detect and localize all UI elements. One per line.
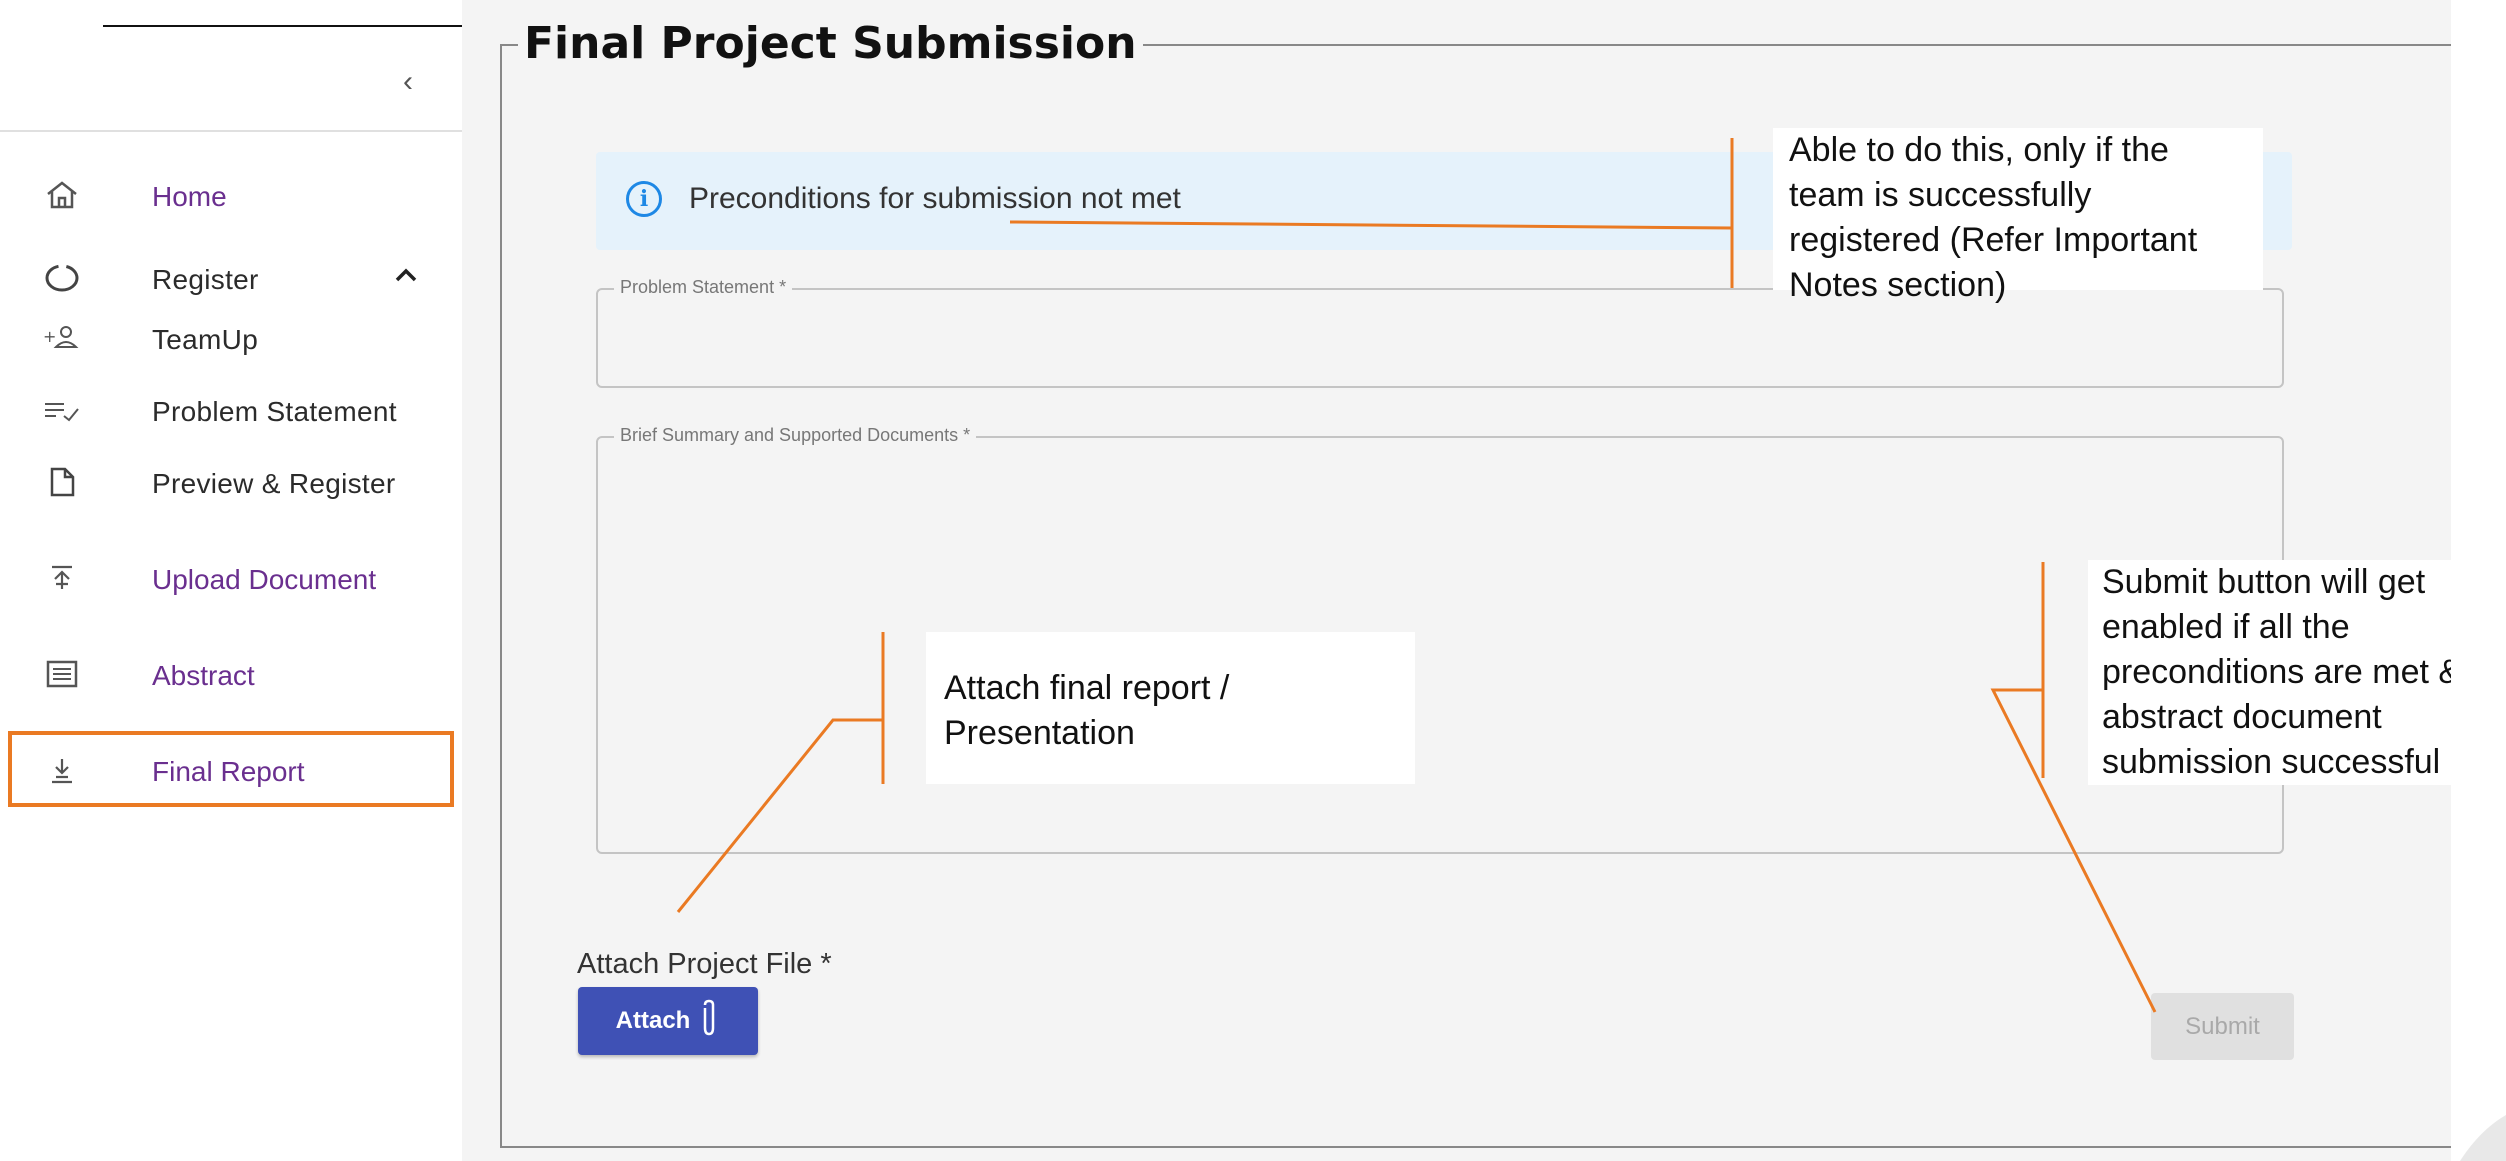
submit-button[interactable]: Submit <box>2151 993 2294 1060</box>
submit-note: Submit button will get enabled if all th… <box>2088 560 2451 785</box>
sidebar-item-label: Preview & Register <box>152 468 396 499</box>
note-line: abstract document <box>2102 698 2382 736</box>
sidebar-item-label: Upload Document <box>152 564 377 595</box>
problem-statement-label: Problem Statement * <box>614 277 793 298</box>
note-line: registered (Refer Important <box>1789 221 2198 259</box>
note-line: Submit button will get <box>2102 563 2426 601</box>
top-divider <box>103 25 463 27</box>
sidebar-item-label: Abstract <box>152 660 255 691</box>
note-line: Presentation <box>944 714 1135 752</box>
sidebar-item-problem-statement[interactable]: Problem Statement <box>0 385 462 435</box>
sidebar-item-teamup[interactable]: + TeamUp <box>0 313 462 363</box>
precondition-note: Able to do this, only if the team is suc… <box>1773 128 2263 304</box>
article-icon <box>40 654 84 694</box>
chevron-up-icon[interactable] <box>392 261 420 297</box>
sidebar: ‹ Home Register + TeamUp Problem Stateme… <box>0 0 463 1161</box>
add-person-icon: + <box>40 318 84 358</box>
note-line: Attach final report / <box>944 669 1230 707</box>
alert-text: Preconditions for submission not met <box>689 182 1181 215</box>
sidebar-item-label: TeamUp <box>152 324 259 355</box>
sidebar-item-upload-document[interactable]: Upload Document <box>0 553 462 603</box>
sidebar-item-abstract[interactable]: Abstract <box>0 649 462 699</box>
right-margin <box>2451 0 2506 1161</box>
summary-field[interactable] <box>596 436 2284 854</box>
summary-label: Brief Summary and Supported Documents * <box>614 425 977 446</box>
paperclip-icon <box>698 998 720 1045</box>
sidebar-item-label: Register <box>152 264 259 295</box>
upload-icon <box>40 558 84 598</box>
attach-button[interactable]: Attach <box>578 987 758 1055</box>
list-check-icon <box>40 390 84 430</box>
svg-text:+: + <box>43 327 56 346</box>
sidebar-divider <box>0 130 462 132</box>
sidebar-item-preview-register[interactable]: Preview & Register <box>0 457 462 507</box>
note-line: preconditions are met & <box>2102 653 2451 691</box>
chevron-left-icon[interactable]: ‹ <box>388 62 428 102</box>
note-line: team is successfully <box>1789 176 2092 214</box>
document-icon <box>40 462 84 502</box>
home-icon <box>40 175 84 215</box>
info-icon: i <box>626 181 662 217</box>
sidebar-item-label: Problem Statement <box>152 396 397 427</box>
final-report-highlight <box>8 731 454 807</box>
note-line: enabled if all the <box>2102 608 2350 646</box>
page-title: Final Project Submission <box>518 18 1143 69</box>
note-line: Notes section) <box>1789 266 2007 304</box>
attach-note: Attach final report / Presentation <box>926 632 1415 784</box>
note-line: Able to do this, only if the <box>1789 131 2169 169</box>
sidebar-item-register[interactable]: Register <box>0 253 462 303</box>
attach-label: Attach <box>615 1007 691 1034</box>
sidebar-item-home[interactable]: Home <box>0 170 462 220</box>
sidebar-item-label: Home <box>152 181 227 212</box>
note-line: submission successful <box>2102 743 2441 781</box>
attach-caption: Attach Project File * <box>577 948 832 980</box>
circle-icon <box>40 258 84 298</box>
